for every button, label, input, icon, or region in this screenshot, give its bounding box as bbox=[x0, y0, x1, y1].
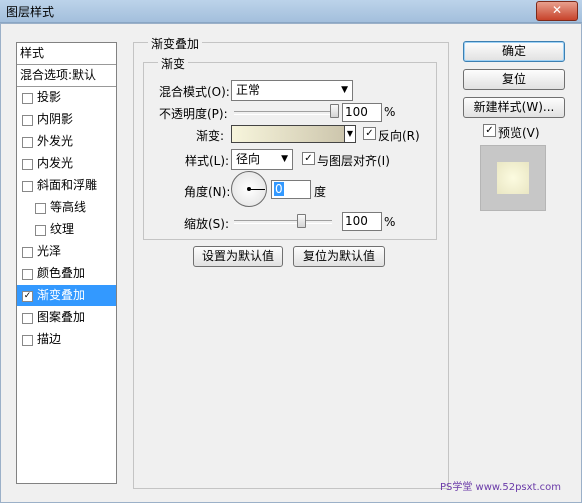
gradient-label: 渐变: bbox=[196, 129, 225, 143]
style-item-label: 纹理 bbox=[50, 222, 75, 236]
style-label: 样式(L): bbox=[185, 154, 230, 168]
style-item-checkbox[interactable] bbox=[22, 247, 33, 258]
style-item-checkbox[interactable] bbox=[22, 159, 33, 170]
angle-dial[interactable] bbox=[231, 171, 267, 207]
style-item-label: 斜面和浮雕 bbox=[37, 178, 98, 192]
align-label: 与图层对齐(I) bbox=[317, 154, 390, 168]
style-item-label: 描边 bbox=[37, 332, 62, 346]
gradient-swatch[interactable] bbox=[231, 125, 345, 143]
scale-input[interactable]: 100 bbox=[342, 212, 382, 231]
blend-mode-value: 正常 bbox=[236, 83, 261, 97]
style-item-checkbox[interactable] bbox=[22, 269, 33, 280]
angle-dial-pointer bbox=[250, 189, 265, 190]
style-item-checkbox[interactable]: ✓ bbox=[22, 291, 33, 302]
scale-slider-thumb[interactable] bbox=[297, 214, 307, 228]
gradient-picker-button[interactable]: ▼ bbox=[344, 125, 356, 143]
style-item-checkbox[interactable] bbox=[35, 225, 46, 236]
new-style-button[interactable]: 新建样式(W)... bbox=[463, 97, 565, 118]
style-item[interactable]: 等高线 bbox=[17, 197, 116, 218]
style-item-label: 内阴影 bbox=[37, 112, 74, 126]
ok-button[interactable]: 确定 bbox=[463, 41, 565, 62]
style-item-label: 外发光 bbox=[37, 134, 74, 148]
style-preview bbox=[480, 145, 546, 211]
opacity-slider[interactable] bbox=[234, 111, 336, 115]
scale-unit: % bbox=[384, 215, 396, 229]
angle-value: 0 bbox=[274, 182, 284, 196]
angle-unit: 度 bbox=[314, 185, 327, 199]
blend-mode-label: 混合模式(O): bbox=[159, 85, 230, 99]
style-item-label: 投影 bbox=[37, 90, 62, 104]
styles-header[interactable]: 样式 bbox=[17, 43, 116, 65]
style-item-label: 光泽 bbox=[37, 244, 62, 258]
style-item-label: 等高线 bbox=[50, 200, 87, 214]
preview-label: 预览(V) bbox=[498, 126, 540, 140]
opacity-slider-thumb[interactable] bbox=[330, 104, 339, 118]
style-item[interactable]: 颜色叠加 bbox=[17, 263, 116, 284]
style-item-checkbox[interactable] bbox=[22, 335, 33, 346]
styles-list: 样式 混合选项:默认 投影内阴影外发光内发光斜面和浮雕等高线纹理光泽颜色叠加 ✓ 渐… bbox=[16, 42, 117, 484]
style-item-checkbox[interactable] bbox=[35, 203, 46, 214]
gradient-overlay-title: 渐变叠加 bbox=[148, 35, 203, 52]
style-item[interactable]: 纹理 bbox=[17, 219, 116, 240]
opacity-label: 不透明度(P): bbox=[159, 107, 228, 121]
style-item[interactable]: 图案叠加 bbox=[17, 307, 116, 328]
style-item[interactable]: 内发光 bbox=[17, 153, 116, 174]
reset-default-button[interactable]: 复位为默认值 bbox=[293, 246, 385, 267]
blend-options-label: 混合选项:默认 bbox=[20, 68, 97, 82]
blend-options-item[interactable]: 混合选项:默认 bbox=[17, 65, 116, 87]
close-button[interactable]: ✕ bbox=[536, 1, 578, 21]
style-item[interactable]: 光泽 bbox=[17, 241, 116, 262]
angle-label: 角度(N): bbox=[184, 185, 231, 199]
gradient-subgroup-title: 渐变 bbox=[158, 55, 189, 72]
chevron-down-icon: ▼ bbox=[346, 129, 354, 138]
reverse-label: 反向(R) bbox=[378, 129, 420, 143]
style-item-label: 内发光 bbox=[37, 156, 74, 170]
style-preview-swatch bbox=[497, 162, 529, 194]
style-item-label: 颜色叠加 bbox=[37, 266, 86, 280]
style-item-checkbox[interactable] bbox=[22, 181, 33, 192]
style-item[interactable]: 投影 bbox=[17, 87, 116, 108]
reset-button[interactable]: 复位 bbox=[463, 69, 565, 90]
style-item[interactable]: 斜面和浮雕 bbox=[17, 175, 116, 196]
scale-label: 缩放(S): bbox=[184, 217, 230, 231]
preview-checkbox[interactable]: ✓ bbox=[483, 124, 496, 137]
style-item[interactable]: 外发光 bbox=[17, 131, 116, 152]
set-default-button[interactable]: 设置为默认值 bbox=[193, 246, 283, 267]
title-bar: 图层样式 ✕ bbox=[0, 0, 582, 23]
style-item-checkbox[interactable] bbox=[22, 115, 33, 126]
window-title: 图层样式 bbox=[6, 5, 55, 19]
blend-mode-select[interactable]: 正常 ▼ bbox=[231, 80, 353, 101]
scale-slider[interactable] bbox=[234, 220, 332, 224]
style-item[interactable]: ✓ 渐变叠加 bbox=[17, 285, 116, 306]
style-select[interactable]: 径向 ▼ bbox=[231, 149, 293, 170]
angle-dial-center bbox=[247, 187, 251, 191]
opacity-unit: % bbox=[384, 105, 396, 119]
reverse-checkbox[interactable]: ✓ bbox=[363, 127, 376, 140]
style-item-checkbox[interactable] bbox=[22, 137, 33, 148]
check-icon: ✓ bbox=[304, 153, 313, 164]
angle-input[interactable]: 0 bbox=[271, 180, 311, 199]
check-icon: ✓ bbox=[365, 128, 374, 139]
chevron-down-icon: ▼ bbox=[281, 154, 288, 164]
style-item-checkbox[interactable] bbox=[22, 93, 33, 104]
style-item[interactable]: 描边 bbox=[17, 329, 116, 350]
align-checkbox[interactable]: ✓ bbox=[302, 152, 315, 165]
style-item[interactable]: 内阴影 bbox=[17, 109, 116, 130]
watermark: PS学堂 www.52psxt.com bbox=[440, 482, 562, 493]
style-item-checkbox[interactable] bbox=[22, 313, 33, 324]
check-icon: ✓ bbox=[485, 125, 494, 136]
opacity-input[interactable]: 100 bbox=[342, 103, 382, 122]
style-value: 径向 bbox=[236, 152, 261, 166]
chevron-down-icon: ▼ bbox=[341, 85, 348, 95]
style-item-label: 渐变叠加 bbox=[37, 288, 86, 302]
style-item-label: 图案叠加 bbox=[37, 310, 86, 324]
styles-header-label: 样式 bbox=[20, 46, 45, 60]
